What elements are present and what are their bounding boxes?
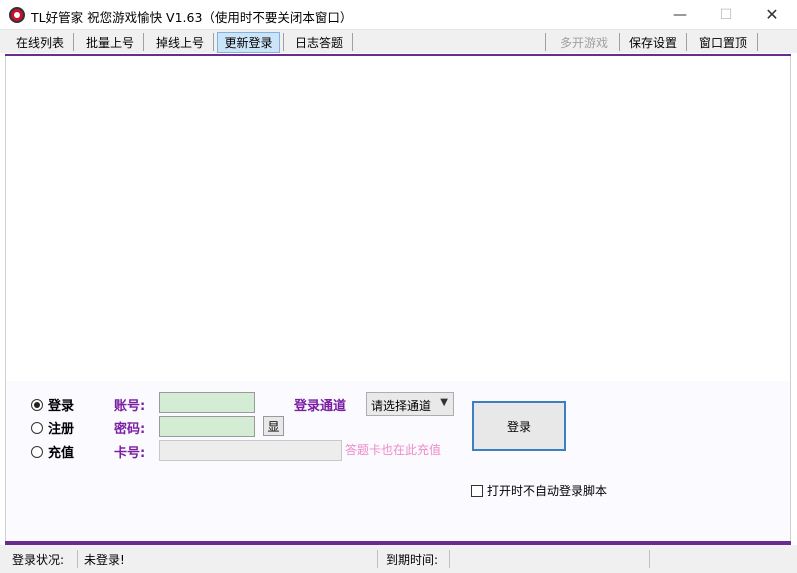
batch-login-button[interactable]: 批量上号 (80, 32, 140, 53)
password-label: 密码: (114, 422, 146, 437)
toolbar-divider (283, 33, 284, 51)
recharge-radio[interactable]: 充值 (31, 442, 74, 461)
auto-script-checkbox[interactable]: 打开时不自动登录脚本 (471, 482, 607, 499)
card-input[interactable] (159, 440, 342, 461)
toolbar-divider (352, 33, 353, 51)
online-list-button[interactable]: 在线列表 (10, 32, 70, 53)
login-status-label: 登录状况: (12, 552, 65, 567)
toolbar: 在线列表 批量上号 掉线上号 更新登录 日志答题 多开游戏 保存设置 窗口置顶 (0, 29, 797, 53)
show-password-button[interactable]: 显 (263, 416, 284, 436)
toolbar-divider (213, 33, 214, 51)
toolbar-divider (686, 33, 687, 51)
toolbar-divider (545, 33, 546, 51)
log-area[interactable] (5, 56, 791, 381)
close-button[interactable]: ✕ (749, 0, 795, 29)
status-divider (377, 550, 378, 568)
radio-selected-icon (31, 398, 43, 411)
minimize-button[interactable]: — (657, 0, 703, 29)
offline-login-button[interactable]: 掉线上号 (150, 32, 210, 53)
card-hint-text: 答题卡也在此充值 (345, 443, 442, 457)
account-label: 账号: (114, 399, 146, 414)
channel-select-value: 请选择通道 (371, 399, 432, 413)
radio-icon (31, 421, 43, 434)
toolbar-divider (757, 33, 758, 51)
window-top-button[interactable]: 窗口置顶 (692, 32, 754, 53)
toolbar-divider (73, 33, 74, 51)
daily-quiz-button[interactable]: 日志答题 (288, 32, 350, 53)
toolbar-divider (143, 33, 144, 51)
radio-icon (31, 445, 43, 458)
multi-open-button[interactable]: 多开游戏 (552, 32, 616, 53)
toolbar-divider (619, 33, 620, 51)
account-input[interactable] (159, 392, 255, 413)
channel-select[interactable]: 请选择通道 ▼ (366, 392, 454, 416)
maximize-button[interactable]: ☐ (703, 0, 749, 29)
password-input[interactable] (159, 416, 255, 437)
status-bar: 登录状况: 未登录! 到期时间: (0, 545, 797, 573)
status-divider (649, 550, 650, 568)
card-label: 卡号: (114, 446, 146, 461)
save-settings-button[interactable]: 保存设置 (623, 32, 683, 53)
chevron-down-icon: ▼ (440, 397, 448, 408)
auto-script-checkbox-label: 打开时不自动登录脚本 (487, 484, 608, 498)
title-bar: TL好管家 祝您游戏愉快 V1.63（使用时不要关闭本窗口） — ☐ ✕ (0, 0, 797, 29)
login-radio[interactable]: 登录 (31, 395, 74, 414)
recharge-radio-label: 充值 (48, 446, 75, 461)
register-radio[interactable]: 注册 (31, 418, 74, 437)
login-radio-label: 登录 (48, 399, 75, 414)
checkbox-icon (471, 484, 483, 497)
window-title: TL好管家 祝您游戏愉快 V1.63（使用时不要关闭本窗口） (31, 10, 353, 25)
login-button[interactable]: 登录 (472, 401, 566, 451)
update-login-button[interactable]: 更新登录 (217, 32, 280, 53)
expiry-value (450, 550, 648, 568)
login-status-value: 未登录! (84, 552, 125, 567)
channel-label: 登录通道 (294, 399, 347, 414)
register-radio-label: 注册 (48, 422, 75, 437)
expiry-label: 到期时间: (386, 552, 439, 567)
app-logo-icon (9, 7, 25, 23)
